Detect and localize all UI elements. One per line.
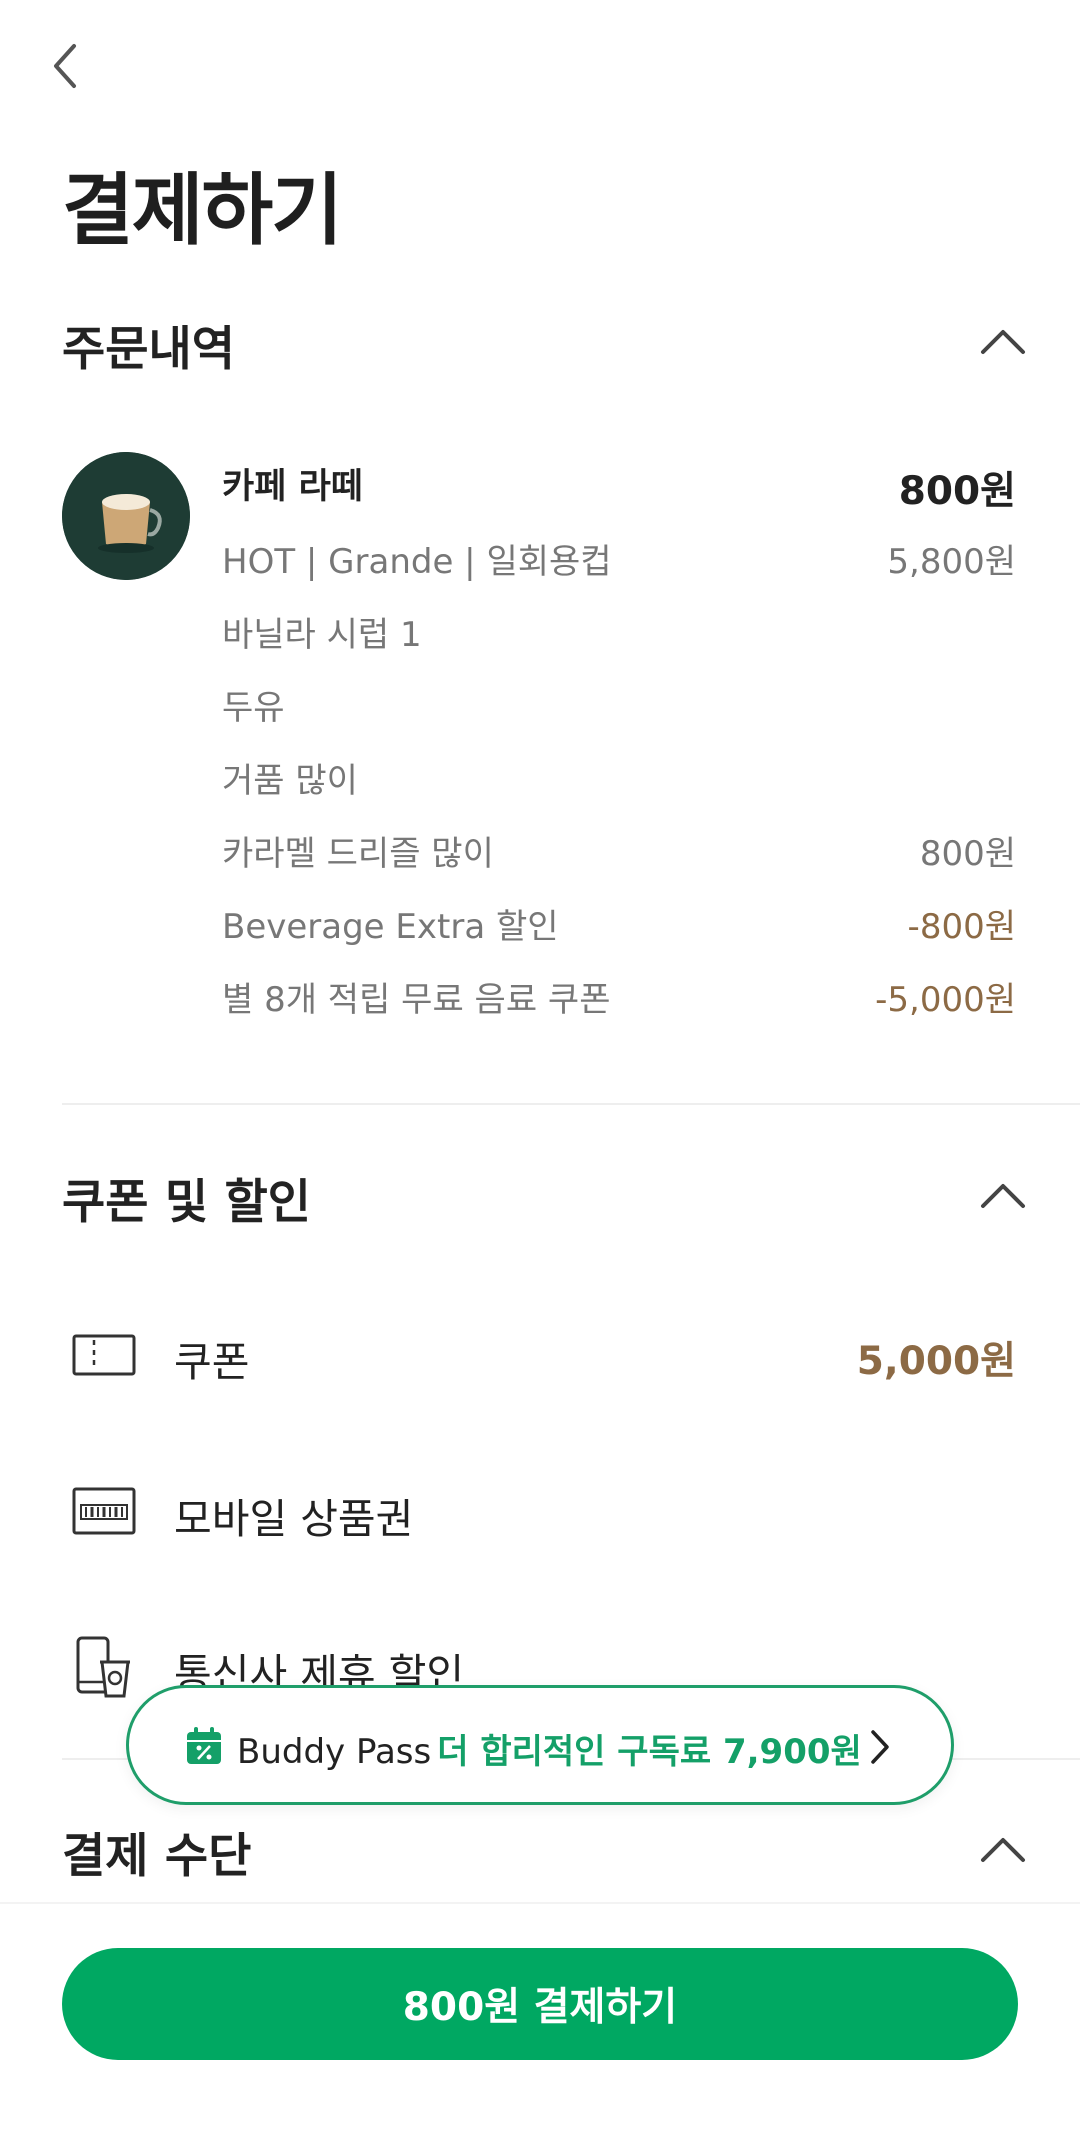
option-price: 800원 xyxy=(919,834,1016,874)
option-discount-price: -800원 xyxy=(907,907,1016,947)
gift-card-icon xyxy=(72,1481,136,1541)
option-row: 카라멜 드리즐 많이 800원 xyxy=(222,826,1016,876)
product-name: 카페 라떼 xyxy=(222,467,363,507)
chevron-up-icon xyxy=(981,1184,1025,1208)
bottom-action-bar: 800원 결제하기 xyxy=(0,1902,1080,2135)
option-discount-price: -5,000원 xyxy=(875,980,1016,1020)
option-label: 카라멜 드리즐 많이 xyxy=(222,834,494,874)
chevron-right-icon xyxy=(869,1728,891,1766)
checkout-page: 결제하기 주문내역 카페 라떼 800원 HOT | Grande | 일회용컵… xyxy=(0,0,1080,2135)
calendar-percent-icon xyxy=(185,1726,223,1766)
option-label: 두유 xyxy=(222,688,285,728)
option-row: 별 8개 적립 무료 음료 쿠폰 -5,000원 xyxy=(222,972,1016,1022)
coupon-label: 쿠폰 xyxy=(174,1338,250,1386)
coupon-value: 5,000원 xyxy=(856,1339,1016,1384)
coupon-row[interactable]: 쿠폰 5,000원 xyxy=(62,1314,1016,1394)
order-section-title: 주문내역 xyxy=(62,322,235,377)
option-label: HOT | Grande | 일회용컵 xyxy=(222,542,612,582)
product-price: 800원 xyxy=(898,469,1016,514)
discount-section-title: 쿠폰 및 할인 xyxy=(62,1175,311,1230)
option-row: 바닐라 시럽 1 xyxy=(222,607,1016,657)
back-button[interactable] xyxy=(44,36,88,96)
chevron-left-icon xyxy=(54,44,76,88)
chevron-up-icon xyxy=(981,1838,1025,1862)
payment-collapse-toggle[interactable] xyxy=(978,1834,1028,1864)
carrier-phone-icon xyxy=(72,1636,136,1698)
option-label: 별 8개 적립 무료 음료 쿠폰 xyxy=(222,980,611,1020)
mobile-gift-card-row[interactable]: 모바일 상품권 xyxy=(62,1471,1016,1551)
pay-button[interactable]: 800원 결제하기 xyxy=(62,1948,1018,2060)
mobile-gift-card-label: 모바일 상품권 xyxy=(174,1495,414,1543)
option-row: 두유 xyxy=(222,680,1016,730)
payment-section-title: 결제 수단 xyxy=(62,1829,252,1884)
order-collapse-toggle[interactable] xyxy=(978,326,1028,356)
product-image xyxy=(62,452,190,580)
buddy-pass-name: Buddy Pass xyxy=(237,1732,432,1772)
option-row: HOT | Grande | 일회용컵 5,800원 xyxy=(222,534,1016,584)
buddy-pass-banner[interactable]: Buddy Pass 더 합리적인 구독료 7,900원 xyxy=(126,1685,954,1805)
option-price: 5,800원 xyxy=(887,542,1016,582)
section-divider xyxy=(62,1103,1080,1105)
chevron-up-icon xyxy=(981,330,1025,354)
option-row: 거품 많이 xyxy=(222,753,1016,803)
buddy-pass-promo: 더 합리적인 구독료 7,900원 xyxy=(437,1732,862,1772)
option-row: Beverage Extra 할인 -800원 xyxy=(222,899,1016,949)
option-label: 거품 많이 xyxy=(222,761,358,801)
latte-cup-icon xyxy=(62,452,190,580)
page-title: 결제하기 xyxy=(62,166,343,256)
ticket-icon xyxy=(72,1324,136,1384)
discount-collapse-toggle[interactable] xyxy=(978,1180,1028,1210)
option-label: Beverage Extra 할인 xyxy=(222,907,559,947)
buddy-pass-text: Buddy Pass 더 합리적인 구독료 7,900원 xyxy=(237,1724,862,1773)
option-label: 바닐라 시럽 1 xyxy=(222,615,422,655)
